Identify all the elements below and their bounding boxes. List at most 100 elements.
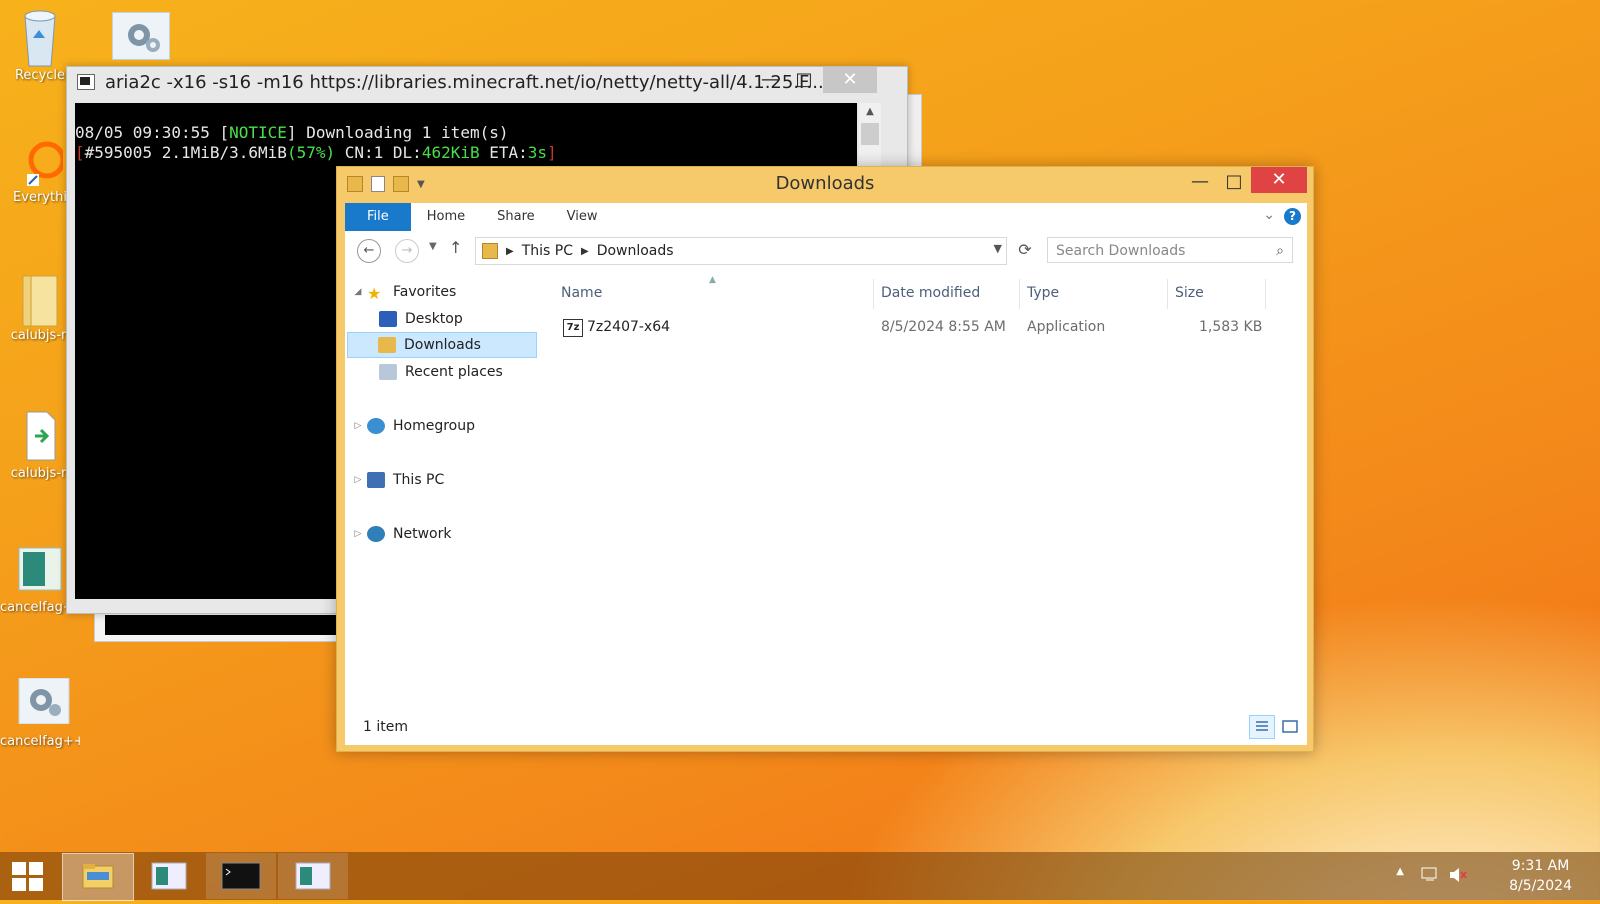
forward-button[interactable]: → [395, 239, 419, 263]
column-header-date-modified[interactable]: Date modified [881, 285, 980, 301]
start-button[interactable] [12, 862, 44, 892]
gear-icon [17, 677, 70, 725]
scroll-thumb[interactable] [861, 123, 879, 145]
breadcrumb-downloads[interactable]: Downloads [597, 243, 674, 259]
volume-muted-icon[interactable] [1448, 866, 1468, 884]
network-icon [367, 526, 385, 542]
large-icons-view-button[interactable] [1277, 715, 1303, 739]
expand-icon[interactable]: ▷ [351, 475, 365, 485]
large-icons-view-icon [1282, 720, 1298, 733]
column-divider[interactable] [1265, 279, 1266, 309]
window-titlebar[interactable]: ▼ Downloads — □ ✕ [337, 167, 1313, 203]
progress-bracket-open: [ [75, 143, 85, 162]
taskbar-command-prompt[interactable] [206, 853, 276, 899]
breadcrumb-separator-icon[interactable]: ▶ [506, 246, 514, 257]
taskbar-app-2[interactable] [278, 853, 348, 899]
nav-favorites[interactable]: ◢ ★ Favorites [351, 279, 457, 305]
nav-downloads[interactable]: Downloads [347, 332, 537, 358]
eta-label: ETA: [479, 143, 528, 162]
clock[interactable]: 9:31 AM 8/5/2024 [1509, 856, 1572, 896]
search-icon[interactable]: ⌕ [1276, 238, 1284, 264]
progress-percent: (57%) [286, 143, 336, 162]
maximize-button[interactable]: □ [787, 67, 821, 93]
expand-ribbon-icon[interactable]: ⌄ [1263, 207, 1275, 223]
refresh-button[interactable]: ⟳ [1013, 237, 1037, 263]
nav-homegroup[interactable]: ▷ Homegroup [351, 413, 475, 439]
progress-bracket-close: ] [547, 143, 557, 162]
file-type: Application [1027, 319, 1106, 335]
column-divider[interactable] [1167, 279, 1168, 309]
folder-icon [17, 272, 63, 327]
7zip-app-icon: 7z [563, 319, 583, 337]
app-window-icon [151, 862, 187, 890]
recent-places-icon [379, 364, 397, 380]
eta-value: 3s [527, 143, 548, 162]
file-explorer-icon [82, 864, 114, 889]
sort-ascending-icon: ▲ [709, 275, 716, 285]
nav-recent-places[interactable]: Recent places [379, 359, 503, 385]
close-button[interactable]: ✕ [823, 67, 877, 93]
expand-icon[interactable]: ▷ [351, 421, 365, 431]
maximize-button[interactable]: □ [1217, 169, 1251, 195]
tab-share[interactable]: Share [481, 203, 551, 231]
windows-logo-tile [29, 862, 43, 875]
column-divider[interactable] [873, 279, 874, 309]
address-bar[interactable]: ▶ This PC ▶ Downloads ▼ [475, 237, 1007, 265]
scroll-up-icon[interactable]: ▲ [859, 103, 881, 121]
nav-label: Homegroup [393, 418, 476, 434]
taskbar-app[interactable] [134, 853, 204, 899]
show-hidden-icons-icon[interactable]: ▲ [1396, 866, 1404, 877]
app-window-icon [295, 862, 331, 890]
column-header-size[interactable]: Size [1175, 285, 1204, 301]
explorer-content: ← → ▼ ↑ ▶ This PC ▶ Downloads ▼ ⟳ Search… [345, 231, 1307, 745]
window-title: aria2c -x16 -s16 -m16 https://libraries.… [105, 71, 824, 93]
nav-label: Desktop [405, 311, 463, 327]
settings-icon[interactable] [112, 12, 170, 60]
tab-view[interactable]: View [551, 203, 614, 231]
breadcrumb-this-pc[interactable]: This PC [522, 243, 573, 259]
address-dropdown-icon[interactable]: ▼ [994, 242, 1002, 255]
recent-locations-icon[interactable]: ▼ [429, 241, 437, 252]
file-explorer-window[interactable]: ▼ Downloads — □ ✕ File Home Share View ⌄… [336, 166, 1314, 752]
expand-icon[interactable]: ▷ [351, 529, 365, 539]
computer-icon [367, 472, 385, 488]
notice-tag: NOTICE [229, 123, 287, 142]
file-name: 7z2407-x64 [587, 319, 671, 335]
download-speed: 462KiB [421, 143, 480, 162]
windows-logo-tile [12, 878, 26, 891]
minimize-button[interactable]: — [753, 67, 787, 93]
up-button[interactable]: ↑ [449, 238, 462, 257]
tab-home[interactable]: Home [411, 203, 481, 231]
desktop-icon-gear-app[interactable]: cancelfag++ [0, 677, 80, 749]
search-input[interactable]: Search Downloads ⌕ [1047, 237, 1293, 263]
close-button[interactable]: ✕ [1251, 167, 1307, 193]
column-header-type[interactable]: Type [1027, 285, 1059, 301]
folder-icon [482, 243, 498, 259]
collapse-icon[interactable]: ◢ [351, 287, 365, 297]
taskbar-file-explorer[interactable] [62, 853, 134, 901]
details-view-button[interactable] [1249, 715, 1275, 739]
progress-transfer: #595005 2.1MiB/3.6MiB [84, 143, 287, 162]
console-icon [77, 74, 95, 90]
nav-desktop[interactable]: Desktop [379, 306, 463, 332]
tab-file[interactable]: File [345, 203, 411, 231]
network-status-icon[interactable] [1420, 866, 1440, 884]
file-shortcut-icon [17, 410, 63, 461]
command-prompt-icon [221, 862, 261, 890]
column-divider[interactable] [1019, 279, 1020, 309]
file-row[interactable]: 7z 7z2407-x64 8/5/2024 8:55 AM Applicati… [553, 315, 1283, 341]
breadcrumb-separator-icon[interactable]: ▶ [581, 246, 589, 257]
help-button[interactable]: ? [1284, 208, 1301, 225]
nav-network[interactable]: ▷ Network [351, 521, 451, 547]
file-date-modified: 8/5/2024 8:55 AM [881, 319, 1006, 335]
downloads-folder-icon [378, 337, 396, 353]
minimize-button[interactable]: — [1183, 169, 1217, 195]
log-line-prefix: 08/05 09:30:55 [ [75, 123, 230, 142]
column-header-name[interactable]: Name [561, 285, 602, 301]
back-button[interactable]: ← [357, 239, 381, 263]
nav-this-pc[interactable]: ▷ This PC [351, 467, 444, 493]
clock-date: 8/5/2024 [1509, 878, 1572, 894]
homegroup-icon [367, 418, 385, 434]
navigation-bar: ← → ▼ ↑ ▶ This PC ▶ Downloads ▼ ⟳ Search… [345, 231, 1307, 273]
nav-label: This PC [393, 472, 445, 488]
